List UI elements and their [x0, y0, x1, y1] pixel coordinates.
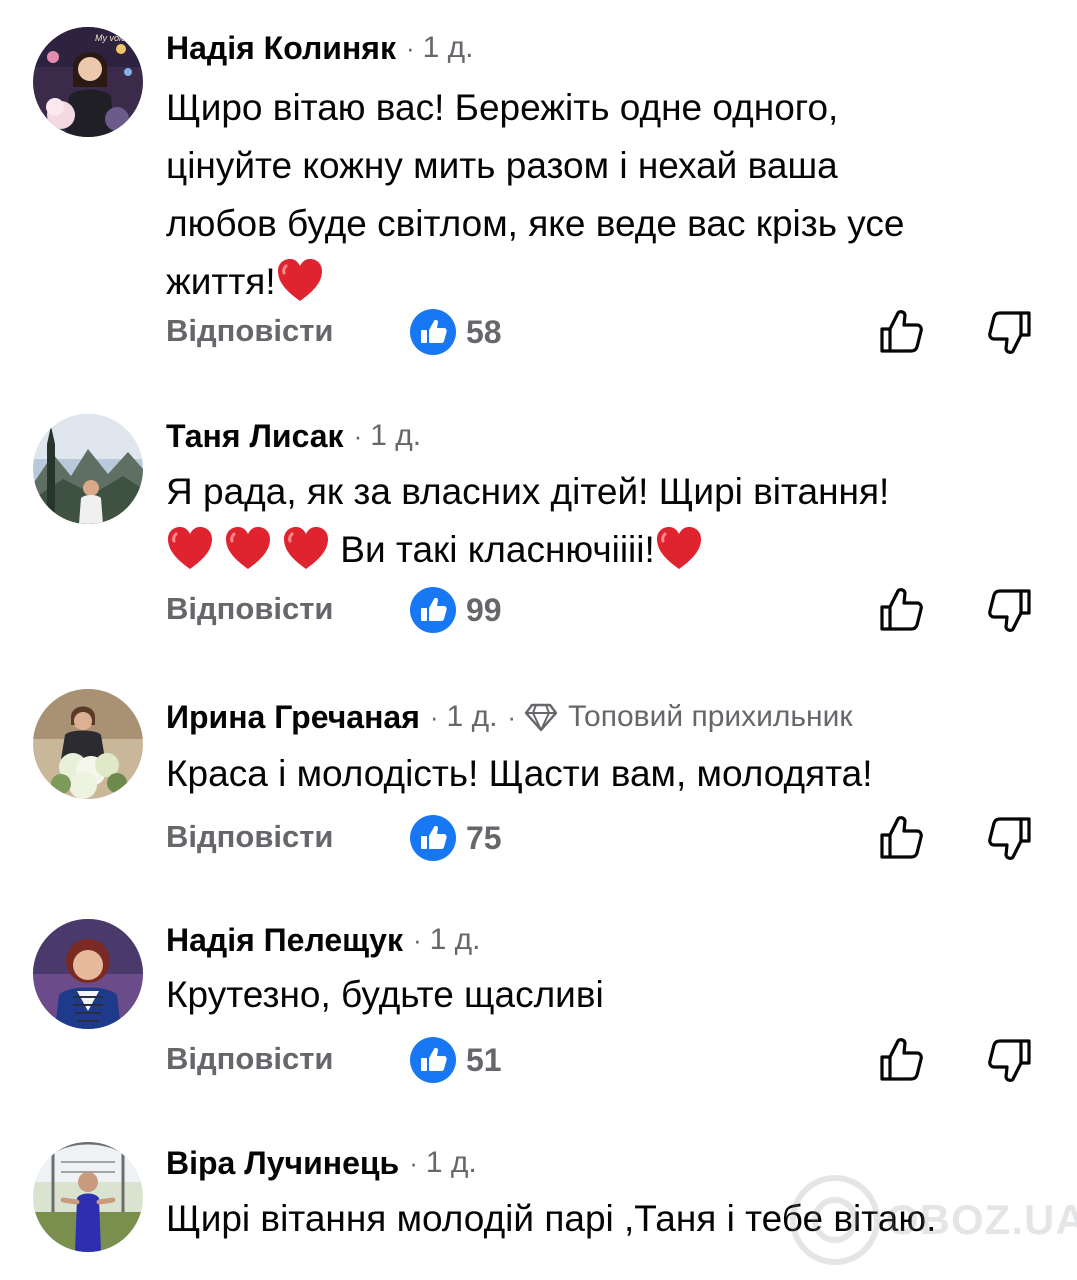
avatar[interactable] — [33, 689, 143, 799]
like-badge-icon — [410, 1037, 456, 1083]
avatar[interactable] — [33, 1142, 143, 1252]
comment-text: Щиро вітаю вас! Бережіть одне одного, ці… — [166, 87, 905, 303]
diamond-icon — [524, 703, 558, 732]
svg-text:My voice: My voice — [95, 33, 131, 43]
heart-emoji-icon — [166, 525, 214, 571]
comment-text: Крутезно, будьте щасливі — [166, 974, 604, 1015]
thumbs-down-icon[interactable] — [985, 585, 1035, 635]
comment-text: Щирі вітання молодій парі ,Таня і тебе в… — [166, 1198, 937, 1239]
comment-text: Краса і молодість! Щасти вам, молодята! — [166, 753, 873, 794]
comment-time[interactable]: 1 д. — [370, 419, 421, 453]
avatar[interactable]: My voice — [33, 27, 143, 137]
comment-time[interactable]: 1 д. — [426, 1146, 477, 1180]
like-count-value: 75 — [466, 819, 502, 856]
comment-header: Віра Лучинець · 1 д. — [166, 1143, 477, 1183]
author-name[interactable]: Ирина Гречаная — [166, 699, 420, 736]
like-count-value: 99 — [466, 591, 502, 628]
separator-dot: · — [353, 420, 363, 451]
comment-header: Надія Колиняк · 1 д. — [166, 28, 474, 68]
like-count-value: 58 — [466, 313, 502, 350]
comment-actions: Відповісти 75 — [0, 811, 1077, 865]
comment-actions: Відповісти 51 — [0, 1033, 1077, 1087]
thumbs-down-icon[interactable] — [985, 307, 1035, 357]
heart-emoji-icon — [276, 257, 324, 303]
thumbs-up-icon[interactable] — [876, 813, 926, 863]
reply-button[interactable]: Відповісти — [166, 1041, 334, 1077]
separator-dot: · — [507, 701, 517, 732]
author-name[interactable]: Надія Колиняк — [166, 30, 396, 67]
avatar[interactable] — [33, 414, 143, 524]
heart-emoji-icon — [282, 525, 330, 571]
like-count-value: 51 — [466, 1041, 502, 1078]
comment-actions: Відповісти 58 — [0, 305, 1077, 359]
reply-button[interactable]: Відповісти — [166, 313, 334, 349]
like-count[interactable]: 75 — [410, 811, 502, 865]
thumbs-down-icon[interactable] — [985, 1035, 1035, 1085]
thumbs-up-icon[interactable] — [876, 307, 926, 357]
separator-dot: · — [429, 701, 439, 732]
heart-emoji-icon — [655, 525, 703, 571]
like-badge-icon — [410, 587, 456, 633]
author-name[interactable]: Віра Лучинець — [166, 1145, 399, 1182]
author-name[interactable]: Таня Лисак — [166, 418, 344, 455]
comment-time[interactable]: 1 д. — [423, 31, 474, 65]
comment-actions: Відповісти 99 — [0, 583, 1077, 637]
avatar[interactable] — [33, 919, 143, 1029]
reply-button[interactable]: Відповісти — [166, 591, 334, 627]
like-count[interactable]: 51 — [410, 1033, 502, 1087]
comment-time[interactable]: 1 д. — [430, 923, 481, 957]
thumbs-down-icon[interactable] — [985, 813, 1035, 863]
like-badge-icon — [410, 309, 456, 355]
like-badge-icon — [410, 815, 456, 861]
comment-header: Ирина Гречаная · 1 д. · Топовий прихильн… — [166, 697, 853, 737]
thumbs-up-icon[interactable] — [876, 1035, 926, 1085]
separator-dot: · — [409, 1147, 418, 1178]
like-count[interactable]: 99 — [410, 583, 502, 637]
like-count[interactable]: 58 — [410, 305, 502, 359]
separator-dot: · — [412, 924, 422, 955]
comment-time[interactable]: 1 д. — [447, 700, 498, 734]
top-fan-badge: Топовий прихильник — [568, 700, 853, 733]
reply-button[interactable]: Відповісти — [166, 819, 334, 855]
separator-dot: · — [405, 32, 415, 63]
comment-header: Таня Лисак · 1 д. — [166, 416, 421, 456]
heart-emoji-icon — [224, 525, 272, 571]
thumbs-up-icon[interactable] — [876, 585, 926, 635]
comment-header: Надія Пелещук · 1 д. — [166, 920, 481, 960]
comment-text: Я рада, як за власних дітей! Щирі вітанн… — [166, 471, 890, 571]
author-name[interactable]: Надія Пелещук — [166, 922, 403, 959]
